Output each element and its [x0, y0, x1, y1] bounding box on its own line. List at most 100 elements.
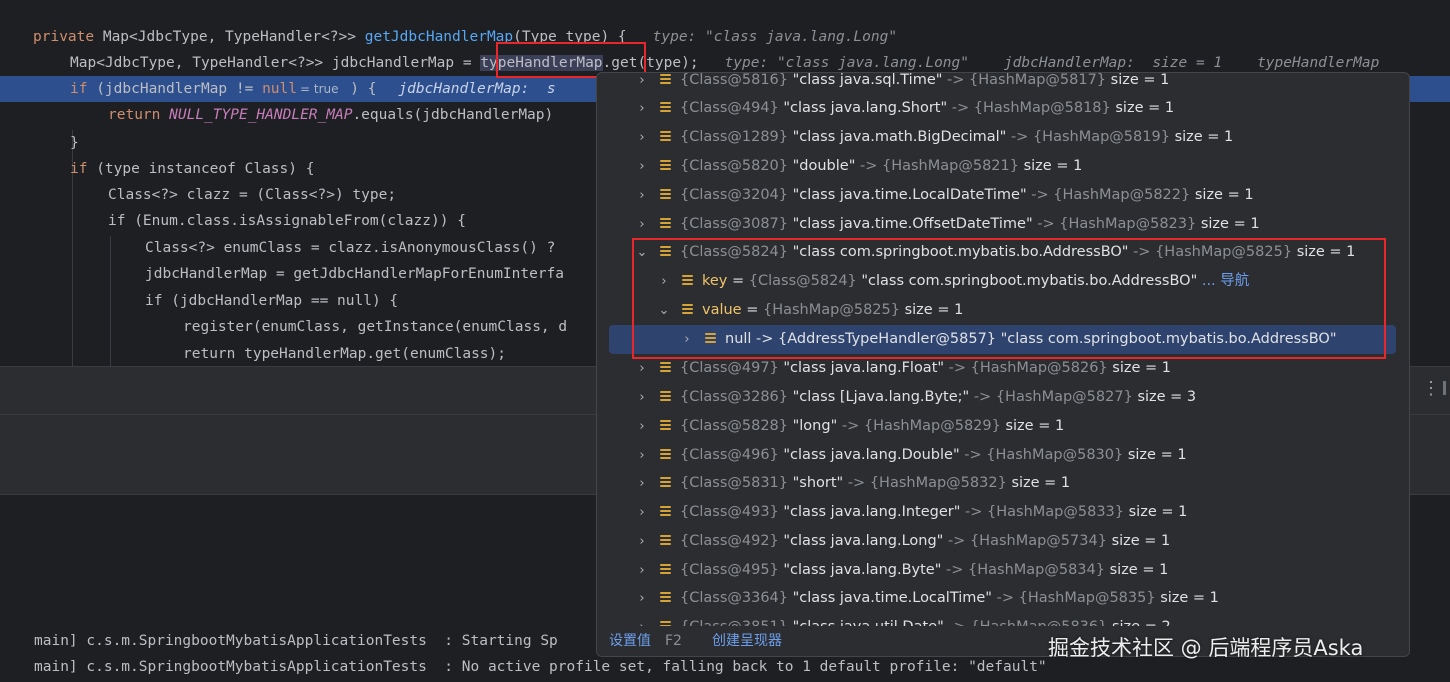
chevron-right-icon[interactable]: › [635, 584, 649, 613]
chevron-right-icon[interactable]: › [635, 527, 649, 556]
object-id: {Class@492} [680, 533, 779, 549]
map-id: {HashMap@5829} [863, 418, 1001, 434]
arrow: -> [947, 533, 966, 549]
tree-row[interactable]: › {Class@496} "class java.lang.Double" ->… [597, 441, 1409, 470]
tree-row-value[interactable]: ⌄ value = {HashMap@5825} size = 1 [597, 296, 1409, 325]
inline-debug-hint: type: "class java.lang.Long" jdbcHandler… [724, 55, 1380, 71]
arrow: -> [948, 360, 967, 376]
arrow: -> [1010, 129, 1029, 145]
tree-row[interactable]: › {Class@5820} "double" -> {HashMap@5821}… [597, 152, 1409, 181]
size-label: size = 1 [1194, 187, 1254, 203]
size-label: size = 1 [1160, 590, 1219, 606]
tree-row[interactable]: › {Class@492} "class java.lang.Long" -> {… [597, 527, 1409, 556]
map-id: {HashMap@5830} [986, 447, 1124, 463]
field-icon [660, 477, 671, 491]
tree-row-key[interactable]: › key = {Class@5824} "class com.springbo… [597, 267, 1409, 296]
arrow: -> [964, 447, 982, 463]
tree-row[interactable]: › {Class@5816} "class java.sql.Time" -> {… [597, 72, 1409, 95]
size-label: size = 1 [1109, 562, 1169, 578]
chevron-down-icon[interactable]: ⌄ [635, 238, 649, 267]
size-label: size = 1 [1112, 360, 1171, 376]
tree-row[interactable]: › {Class@3286} "class [Ljava.lang.Byte;" … [597, 383, 1409, 412]
arrow: -> [951, 100, 970, 116]
field-icon [660, 218, 671, 232]
field-icon [660, 420, 671, 434]
chevron-right-icon[interactable]: › [635, 556, 649, 585]
class-name: "class java.time.LocalDateTime" [792, 187, 1027, 203]
field-icon [660, 246, 671, 260]
object-id: {Class@3087} [680, 216, 788, 232]
size-label: size = 1 [1011, 475, 1071, 491]
chevron-right-icon[interactable]: › [635, 123, 649, 152]
map-id: {HashMap@5821} [881, 158, 1019, 174]
size-label: size = 1 [1174, 129, 1234, 145]
class-name: "class java.sql.Time" [792, 72, 943, 88]
size-label: size = 1 [1110, 72, 1170, 88]
field-icon [660, 449, 671, 463]
object-id: {Class@497} [680, 360, 779, 376]
chevron-right-icon[interactable]: › [635, 441, 649, 470]
field-icon [705, 333, 716, 347]
tree-row[interactable]: › {Class@3364} "class java.time.LocalTime… [597, 584, 1409, 613]
chevron-right-icon[interactable]: › [635, 412, 649, 441]
chevron-right-icon[interactable]: › [635, 73, 649, 95]
chevron-right-icon[interactable]: › [635, 383, 649, 412]
tree-row[interactable]: › {Class@1289} "class java.math.BigDecima… [597, 123, 1409, 152]
object-id: {Class@493} [680, 504, 779, 520]
map-id: {HashMap@5826} [970, 360, 1108, 376]
class-name: "class java.math.BigDecimal" [792, 129, 1007, 145]
tree-row[interactable]: › {Class@493} "class java.lang.Integer" -… [597, 498, 1409, 527]
object-id: {Class@5828} [680, 418, 788, 434]
tree-row[interactable]: › {Class@3204} "class java.time.LocalDate… [597, 181, 1409, 210]
size-label: size = 3 [1137, 389, 1197, 405]
chevron-right-icon[interactable]: › [635, 210, 649, 239]
field-icon [682, 275, 693, 289]
chevron-right-icon[interactable]: › [657, 267, 671, 296]
tree-row-entry-selected[interactable]: › null -> {AddressTypeHandler@5857} "cla… [609, 325, 1396, 354]
map-id: {HashMap@5832} [869, 475, 1007, 491]
chevron-down-icon[interactable]: ⌄ [657, 296, 671, 325]
inline-debug-hint: jdbcHandlerMap: s [398, 81, 556, 97]
map-id: {HashMap@5833} [987, 504, 1125, 520]
tree-row[interactable]: › {Class@3087} "class java.time.OffsetDat… [597, 210, 1409, 239]
navigate-link[interactable]: ... 导航 [1202, 273, 1249, 289]
chevron-right-icon[interactable]: › [635, 469, 649, 498]
map-id: {HashMap@5834} [968, 562, 1105, 578]
chevron-right-icon[interactable]: › [635, 498, 649, 527]
field-icon [660, 131, 671, 145]
tree-row[interactable]: › {Class@497} "class java.lang.Float" -> … [597, 354, 1409, 383]
arrow: -> [841, 418, 860, 434]
more-options-icon[interactable]: ⋮ [1422, 378, 1440, 399]
map-id: {HashMap@5835} [1018, 590, 1156, 606]
code-line-1[interactable]: private Map<JdbcType, TypeHandler<?>> ge… [0, 24, 1450, 50]
tree-row[interactable]: › {Class@494} "class java.lang.Short" -> … [597, 94, 1409, 123]
chevron-right-icon[interactable]: › [635, 152, 649, 181]
tree-row[interactable]: › {Class@5831} "short" -> {HashMap@5832} … [597, 469, 1409, 498]
arrow: -> [973, 389, 992, 405]
tree-row[interactable]: › {Class@495} "class java.lang.Byte" -> {… [597, 556, 1409, 585]
chevron-right-icon[interactable]: › [635, 94, 649, 123]
object-id: {Class@494} [680, 100, 779, 116]
field-icon [660, 391, 671, 405]
tree-row[interactable]: ⌄ {Class@5824} "class com.springboot.myba… [597, 238, 1409, 267]
class-name: "class java.lang.Long" [783, 533, 944, 549]
object-id: {Class@495} [680, 562, 779, 578]
set-value-link[interactable]: 设置值 [609, 626, 651, 656]
create-renderer-link[interactable]: 创建呈现器 [712, 626, 782, 656]
class-name: "double" [792, 158, 856, 174]
chevron-right-icon[interactable]: › [635, 181, 649, 210]
arrow: -> [1133, 244, 1151, 260]
size-label: size = 1 [1127, 447, 1187, 463]
map-id: {HashMap@5825} [1155, 244, 1293, 260]
scrollbar-thumb[interactable] [1443, 381, 1446, 395]
variable-inspector-popup[interactable]: › {Class@5816} "class java.sql.Time" -> {… [596, 72, 1410, 657]
watermark: 掘金技术社区 @ 后端程序员Aska [1048, 636, 1364, 660]
console-line: main] c.s.m.SpringbootMybatisApplication… [34, 659, 1047, 675]
size-label: size = 1 [1005, 418, 1065, 434]
object-id: {Class@3204} [680, 187, 788, 203]
chevron-right-icon[interactable]: › [680, 325, 694, 354]
tree-row[interactable]: › {Class@5828} "long" -> {HashMap@5829} s… [597, 412, 1409, 441]
shortcut-label: F2 [665, 633, 682, 649]
chevron-right-icon[interactable]: › [635, 354, 649, 383]
class-name: "class java.lang.Byte" [783, 562, 942, 578]
